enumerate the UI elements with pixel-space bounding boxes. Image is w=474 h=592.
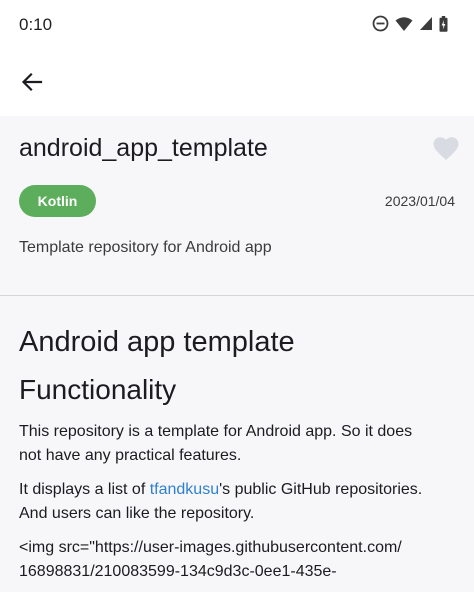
readme-paragraph-2-line-1: It displays a list of tfandkusu's public… <box>19 478 459 502</box>
readme-paragraph-3-line-2: 16898831/210083599-134c9d3c-0ee1-435e- <box>19 563 337 580</box>
readme-content: Android app template Functionality This … <box>0 296 474 592</box>
readme-paragraph-2-line-2: And users can like the repository. <box>19 505 255 522</box>
wifi-icon <box>395 16 413 37</box>
repo-name: android_app_template <box>19 134 268 162</box>
readme-paragraph-2-post: 's public GitHub repositories. <box>219 481 423 498</box>
do-not-disturb-icon <box>372 15 389 37</box>
readme-paragraph-2: It displays a list of tfandkusu's public… <box>19 478 459 526</box>
tfandkusu-link[interactable]: tfandkusu <box>150 481 219 498</box>
readme-heading-2: Functionality <box>19 374 177 405</box>
readme-heading-1: Android app template <box>19 326 295 358</box>
repo-description: Template repository for Android app <box>19 239 272 256</box>
updated-date: 2023/01/04 <box>384 193 455 209</box>
language-chip: Kotlin <box>19 185 96 217</box>
status-bar: 0:10 <box>0 0 474 52</box>
repo-header: android_app_template Kotlin 2023/01/04 T… <box>0 116 474 296</box>
readme-paragraph-1: This repository is a template for Androi… <box>19 420 459 468</box>
readme-paragraph-2-pre: It displays a list of <box>19 481 150 498</box>
app-bar <box>0 52 474 116</box>
readme-paragraph-1-line-1: This repository is a template for Androi… <box>19 423 413 440</box>
signal-icon <box>419 16 433 36</box>
readme-paragraph-1-line-2: not have any practical features. <box>19 447 242 464</box>
heart-icon <box>433 136 459 166</box>
readme-paragraph-3-line-1: <img src="https://user-images.githubuser… <box>19 539 402 556</box>
favorite-button[interactable] <box>430 136 462 166</box>
status-time: 0:10 <box>19 15 53 34</box>
battery-icon <box>439 15 448 37</box>
arrow-back-icon <box>21 71 43 98</box>
back-button[interactable] <box>12 64 52 104</box>
readme-paragraph-3: <img src="https://user-images.githubuser… <box>19 536 459 584</box>
status-icons <box>372 15 448 37</box>
